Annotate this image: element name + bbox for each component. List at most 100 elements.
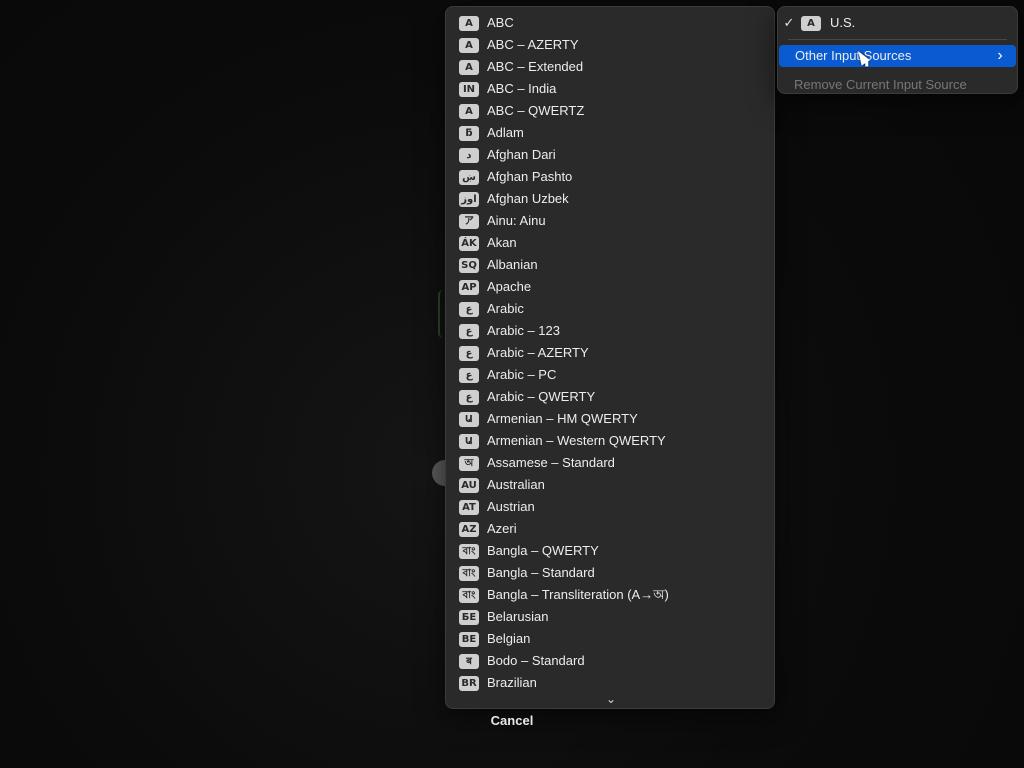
keyboard-badge-icon: Ա	[459, 433, 479, 449]
other-input-sources-label: Other Input Sources	[795, 48, 912, 63]
input-source-armenian-western-qwerty[interactable]: Ա Armenian – Western QWERTY	[446, 430, 774, 452]
input-source-arabic-qwerty[interactable]: ع Arabic – QWERTY	[446, 386, 774, 408]
input-source-label: Apache	[487, 279, 532, 294]
current-input-source-label: U.S.	[830, 15, 856, 30]
input-source-label: ABC	[487, 15, 514, 30]
keyboard-badge-icon: ÁK	[459, 235, 479, 251]
input-source-label: Arabic – AZERTY	[487, 345, 589, 360]
keyboard-badge-icon: A	[459, 15, 479, 31]
keyboard-badge-icon: ښ	[459, 169, 479, 185]
keyboard-badge-icon: ア	[459, 213, 479, 229]
input-source-abc[interactable]: A ABC	[446, 12, 774, 34]
input-source-arabic-123[interactable]: ع Arabic – 123	[446, 320, 774, 342]
input-source-label: Bangla – Standard	[487, 565, 595, 580]
keyboard-badge-icon: ƃ	[459, 125, 479, 141]
input-source-abc-qwertz[interactable]: A ABC – QWERTZ	[446, 100, 774, 122]
keyboard-badge-icon: AU	[459, 477, 479, 493]
input-source-armenian-hm-qwerty[interactable]: Ա Armenian – HM QWERTY	[446, 408, 774, 430]
input-source-label: Adlam	[487, 125, 524, 140]
keyboard-badge-icon: ع	[459, 301, 479, 317]
keyboard-badge-icon: AZ	[459, 521, 479, 537]
keyboard-badge-icon: A	[459, 103, 479, 119]
input-source-afghan-pashto[interactable]: ښ Afghan Pashto	[446, 166, 774, 188]
keyboard-badge-icon: বাং	[459, 543, 479, 559]
input-source-albanian[interactable]: SQ Albanian	[446, 254, 774, 276]
input-source-label: Arabic	[487, 301, 524, 316]
keyboard-badge-icon: AT	[459, 499, 479, 515]
input-source-label: Armenian – HM QWERTY	[487, 411, 638, 426]
input-source-label: Arabic – QWERTY	[487, 389, 596, 404]
input-source-label: Armenian – Western QWERTY	[487, 433, 666, 448]
input-source-label: ABC – India	[487, 81, 557, 96]
keyboard-badge-icon: ع	[459, 323, 479, 339]
current-input-source[interactable]: ✓ A U.S.	[778, 12, 1017, 34]
input-source-austrian[interactable]: AT Austrian	[446, 496, 774, 518]
input-source-arabic[interactable]: ع Arabic	[446, 298, 774, 320]
input-source-abc-azerty[interactable]: A ABC – AZERTY	[446, 34, 774, 56]
keyboard-badge-icon: ع	[459, 389, 479, 405]
keyboard-badge-icon: বাং	[459, 565, 479, 581]
keyboard-badge-icon: ع	[459, 367, 479, 383]
input-source-bangla-standard[interactable]: বাং Bangla – Standard	[446, 562, 774, 584]
keyboard-badge-icon: БЕ	[459, 609, 479, 625]
screen: A ABC A ABC – AZERTY A ABC – Extended IN…	[0, 0, 1024, 768]
keyboard-badge-icon: اوز	[459, 191, 479, 207]
checkmark-icon: ✓	[783, 15, 795, 30]
input-source-label: Belarusian	[487, 609, 549, 624]
input-source-australian[interactable]: AU Australian	[446, 474, 774, 496]
input-source-apache[interactable]: AP Apache	[446, 276, 774, 298]
input-source-akan[interactable]: ÁK Akan	[446, 232, 774, 254]
input-source-belarusian[interactable]: БЕ Belarusian	[446, 606, 774, 628]
cancel-button[interactable]: Cancel	[476, 710, 548, 732]
input-source-azeri[interactable]: AZ Azeri	[446, 518, 774, 540]
input-source-label: Bodo – Standard	[487, 653, 585, 668]
input-source-bodo-standard[interactable]: ब Bodo – Standard	[446, 650, 774, 672]
input-source-label: Akan	[487, 235, 517, 250]
input-source-label: ABC – QWERTZ	[487, 103, 585, 118]
keyboard-badge-icon: SQ	[459, 257, 479, 273]
input-source-label: Afghan Pashto	[487, 169, 573, 184]
input-source-afghan-dari[interactable]: د Afghan Dari	[446, 144, 774, 166]
keyboard-badge-icon: A	[801, 15, 821, 31]
keyboard-badge-icon: বাং	[459, 587, 479, 603]
input-source-label: Arabic – 123	[487, 323, 560, 338]
input-source-label: ABC – AZERTY	[487, 37, 579, 52]
remove-current-input-source-menu-item: Remove Current Input Source	[778, 73, 1017, 93]
keyboard-badge-icon: ब	[459, 653, 479, 669]
keyboard-badge-icon: ع	[459, 345, 479, 361]
keyboard-badge-icon: BE	[459, 631, 479, 647]
input-source-belgian[interactable]: BE Belgian	[446, 628, 774, 650]
input-source-ainu[interactable]: ア Ainu: Ainu	[446, 210, 774, 232]
input-source-label: ABC – Extended	[487, 59, 584, 74]
input-source-list: A ABC A ABC – AZERTY A ABC – Extended IN…	[446, 12, 774, 695]
keyboard-badge-icon: BR	[459, 675, 479, 691]
keyboard-badge-icon: IN	[459, 81, 479, 97]
input-source-afghan-uzbek[interactable]: اوز Afghan Uzbek	[446, 188, 774, 210]
chevron-right-icon: ›	[997, 47, 1003, 64]
input-source-adlam[interactable]: ƃ Adlam	[446, 122, 774, 144]
keyboard-badge-icon: د	[459, 147, 479, 163]
input-sources-submenu: A ABC A ABC – AZERTY A ABC – Extended IN…	[445, 6, 775, 709]
input-source-bangla-qwerty[interactable]: বাং Bangla – QWERTY	[446, 540, 774, 562]
menu-separator	[788, 39, 1007, 40]
input-source-abc-india[interactable]: IN ABC – India	[446, 78, 774, 100]
scroll-down-icon[interactable]: ⌄	[604, 692, 618, 706]
input-source-assamese-standard[interactable]: অ Assamese – Standard	[446, 452, 774, 474]
input-source-label: Afghan Dari	[487, 147, 556, 162]
input-source-label: Australian	[487, 477, 545, 492]
input-source-brazilian[interactable]: BR Brazilian	[446, 672, 774, 694]
input-source-arabic-pc[interactable]: ع Arabic – PC	[446, 364, 774, 386]
keyboard-badge-icon: Ա	[459, 411, 479, 427]
input-source-abc-extended[interactable]: A ABC – Extended	[446, 56, 774, 78]
input-source-label: Belgian	[487, 631, 531, 646]
keyboard-badge-icon: AP	[459, 279, 479, 295]
input-source-label: Austrian	[487, 499, 535, 514]
other-input-sources-menu-item[interactable]: Other Input Sources ›	[779, 45, 1016, 67]
input-source-menu: ✓ A U.S. Other Input Sources › Remove Cu…	[777, 6, 1018, 94]
input-source-arabic-azerty[interactable]: ع Arabic – AZERTY	[446, 342, 774, 364]
input-source-bangla-transliteration[interactable]: বাং Bangla – Transliteration (A→অ)	[446, 584, 774, 606]
input-source-label: Albanian	[487, 257, 538, 272]
input-source-label: Arabic – PC	[487, 367, 557, 382]
input-source-label: Ainu: Ainu	[487, 213, 546, 228]
keyboard-badge-icon: A	[459, 59, 479, 75]
